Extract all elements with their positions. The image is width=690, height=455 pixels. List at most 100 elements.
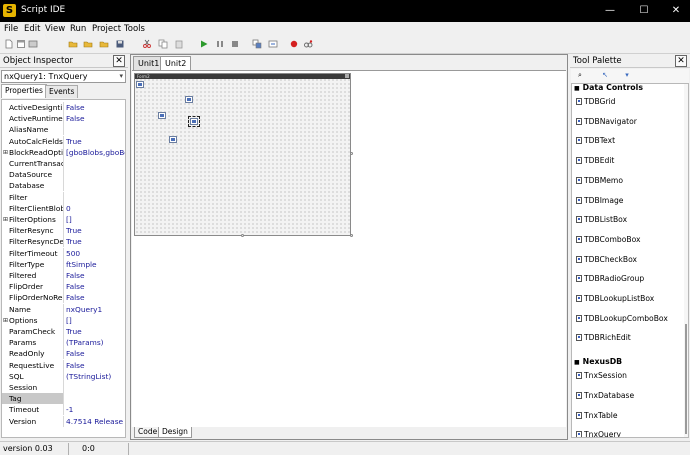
property-row[interactable]: ActiveRuntime False bbox=[2, 113, 125, 125]
menu-view[interactable]: View bbox=[45, 24, 65, 34]
collapse-icon[interactable]: ■ bbox=[574, 85, 580, 92]
property-row[interactable]: FilterType ftSimple bbox=[2, 258, 125, 270]
property-value[interactable]: False bbox=[65, 113, 125, 124]
palette-item[interactable]: TDBMemo bbox=[576, 175, 623, 187]
property-value[interactable]: False bbox=[65, 281, 125, 292]
property-row[interactable]: Timeout -1 bbox=[2, 404, 125, 416]
property-row[interactable]: FilterResync True bbox=[2, 225, 125, 237]
palette-item[interactable]: TnxSession bbox=[576, 370, 627, 382]
palette-item[interactable]: TDBLookupComboBox bbox=[576, 313, 668, 325]
palette-item[interactable]: TnxDatabase bbox=[576, 390, 634, 402]
property-row[interactable]: FilterTimeout 500 bbox=[2, 247, 125, 259]
menu-tools[interactable]: Tools bbox=[124, 24, 145, 34]
object-selector-combo[interactable]: nxQuery1: TnxQuery ▾ bbox=[1, 70, 126, 83]
palette-item[interactable]: TDBGrid bbox=[576, 96, 616, 108]
property-row[interactable]: Version 4.7514 Release bbox=[2, 415, 125, 427]
save-icon[interactable] bbox=[99, 39, 109, 49]
palette-item[interactable]: TnxTable bbox=[576, 410, 618, 422]
property-row[interactable]: DataSource bbox=[2, 169, 125, 181]
property-value[interactable]: True bbox=[65, 236, 125, 247]
tab-unit2[interactable]: Unit2 bbox=[160, 56, 192, 70]
pin-icon[interactable]: ▾ bbox=[622, 71, 632, 80]
palette-category[interactable]: ■ NexusDB bbox=[574, 356, 622, 367]
toggle-form-icon[interactable] bbox=[252, 39, 262, 49]
close-button[interactable]: ✕ bbox=[666, 3, 686, 19]
property-row[interactable]: ParamCheck True bbox=[2, 326, 125, 337]
run-icon[interactable] bbox=[199, 39, 209, 49]
property-row[interactable]: ⊞ FilterOptions[] bbox=[2, 214, 125, 225]
property-row[interactable]: Session bbox=[2, 382, 125, 393]
palette-item[interactable]: TnxQuery bbox=[576, 429, 621, 437]
component-nxsession[interactable] bbox=[136, 81, 144, 88]
form-resize-handle-right[interactable] bbox=[350, 152, 353, 155]
maximize-button[interactable]: ☐ bbox=[634, 3, 654, 19]
palette-item[interactable]: TDBRadioGroup bbox=[576, 273, 644, 285]
tab-events[interactable]: Events bbox=[45, 85, 79, 98]
menu-project[interactable]: Project bbox=[92, 24, 121, 34]
property-value[interactable]: [] bbox=[65, 214, 125, 225]
property-value[interactable]: False bbox=[65, 292, 125, 303]
property-list[interactable]: ActiveDesigntimeFalseActiveRuntimeFalseA… bbox=[1, 99, 126, 438]
palette-item[interactable]: TDBLookupListBox bbox=[576, 293, 654, 305]
property-value[interactable]: True bbox=[65, 136, 125, 147]
property-value[interactable]: [gboBlobs,gboBookmarks] bbox=[65, 147, 125, 158]
object-inspector-close-button[interactable]: ✕ bbox=[113, 55, 125, 67]
property-row[interactable]: Database bbox=[2, 180, 125, 192]
palette-item[interactable]: TDBImage bbox=[576, 195, 623, 207]
palette-item[interactable]: TDBNavigator bbox=[576, 116, 637, 128]
cursor-icon[interactable]: ↖ bbox=[600, 71, 610, 80]
property-row[interactable]: ActiveDesigntimeFalse bbox=[2, 102, 125, 113]
property-value[interactable]: True bbox=[65, 326, 125, 337]
property-row[interactable]: Filter bbox=[2, 191, 125, 203]
property-row[interactable]: AutoCalcFields True bbox=[2, 135, 125, 147]
menu-run[interactable]: Run bbox=[70, 24, 86, 34]
palette-scrollbar-thumb[interactable] bbox=[685, 324, 687, 434]
evaluate-icon[interactable] bbox=[303, 39, 313, 49]
property-row[interactable]: ⊞BlockReadOptions[gboBlobs,gboBookmarks] bbox=[2, 146, 125, 158]
filter-icon[interactable]: ⌕ bbox=[575, 71, 585, 80]
collapse-icon[interactable]: ■ bbox=[574, 359, 580, 366]
expand-icon[interactable]: ⊞ bbox=[3, 315, 8, 326]
palette-item[interactable]: TDBListBox bbox=[576, 214, 627, 226]
expand-icon[interactable]: ⊞ bbox=[3, 147, 8, 158]
paste-icon[interactable] bbox=[174, 39, 184, 49]
copy-icon[interactable] bbox=[158, 39, 168, 49]
property-row[interactable]: SQL (TStringList) bbox=[2, 370, 125, 382]
form-resize-handle-corner[interactable] bbox=[350, 234, 353, 237]
component-datasource[interactable] bbox=[169, 136, 177, 143]
property-row[interactable]: RequestLive False bbox=[2, 359, 125, 371]
property-row[interactable]: FilterClientBlobs 0 bbox=[2, 202, 125, 214]
property-value[interactable]: 0 bbox=[65, 203, 125, 214]
form-designer-surface[interactable]: Form2 bbox=[132, 70, 566, 427]
property-value[interactable]: False bbox=[65, 270, 125, 281]
component-nxdatabase[interactable] bbox=[185, 96, 193, 103]
palette-item[interactable]: TDBComboBox bbox=[576, 234, 641, 246]
component-palette-list[interactable]: ■ Data Controls TDBGrid TDBNavigator TDBText… bbox=[571, 83, 689, 438]
property-row[interactable]: CurrentTransaction bbox=[2, 158, 125, 169]
property-value[interactable]: nxQuery1 bbox=[65, 304, 125, 315]
property-value[interactable]: False bbox=[65, 102, 125, 113]
property-value[interactable]: ftSimple bbox=[65, 259, 125, 270]
property-row[interactable]: FilterResyncDelayTrue bbox=[2, 236, 125, 248]
property-value[interactable]: (TParams) bbox=[65, 337, 125, 348]
designed-form[interactable]: Form2 bbox=[134, 73, 351, 236]
property-value[interactable]: [] bbox=[65, 315, 125, 326]
property-value[interactable]: (TStringList) bbox=[65, 371, 125, 382]
property-row[interactable]: ⊞ Options[] bbox=[2, 314, 125, 326]
property-value[interactable]: 4.7514 Release bbox=[65, 416, 125, 427]
property-value[interactable]: 500 bbox=[65, 248, 125, 259]
new-file-icon[interactable] bbox=[4, 39, 14, 49]
property-row[interactable]: AliasName bbox=[2, 124, 125, 136]
property-row[interactable]: ReadOnly False bbox=[2, 348, 125, 360]
palette-category[interactable]: ■ Data Controls bbox=[574, 84, 643, 93]
form-resize-handle-bottom[interactable] bbox=[241, 234, 244, 237]
property-row[interactable]: Name nxQuery1 bbox=[2, 303, 125, 315]
stop-icon[interactable] bbox=[230, 39, 240, 49]
property-row[interactable]: Params (TParams) bbox=[2, 337, 125, 349]
menu-edit[interactable]: Edit bbox=[24, 24, 40, 34]
save-all-icon[interactable] bbox=[115, 39, 125, 49]
breakpoint-icon[interactable] bbox=[289, 39, 299, 49]
tab-properties[interactable]: Properties bbox=[1, 84, 47, 98]
property-row[interactable]: FlipOrder False bbox=[2, 281, 125, 293]
view-unit-icon[interactable] bbox=[268, 39, 278, 49]
